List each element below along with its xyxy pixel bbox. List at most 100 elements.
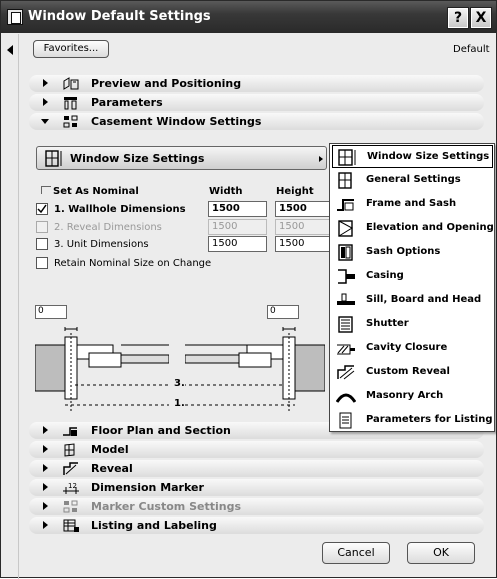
sill-board-head-icon — [337, 293, 355, 305]
left-offset-input[interactable]: 0 — [35, 305, 67, 319]
app-icon — [7, 9, 23, 25]
menu-item-elevation-and-opening[interactable]: Elevation and Opening — [332, 217, 494, 240]
section-label: Marker Custom Settings — [91, 500, 242, 513]
menu-item-general-settings[interactable]: General Settings — [332, 169, 493, 192]
parameters-listing-icon — [339, 412, 352, 429]
reveal-label: 2. Reveal Dimensions — [54, 222, 162, 233]
page-selector-button[interactable]: Window Size Settings — [36, 146, 327, 170]
retain-nominal-checkbox[interactable] — [36, 257, 48, 269]
expand-arrow-icon[interactable] — [43, 483, 48, 491]
parameters-icon — [64, 97, 77, 110]
casement-icon — [63, 115, 78, 128]
section-label: Dimension Marker — [91, 481, 204, 494]
custom-reveal-icon — [337, 365, 355, 380]
side-divider — [18, 34, 19, 579]
favorites-button[interactable]: Favorites... — [33, 40, 109, 58]
menu-item-label: General Settings — [366, 174, 461, 185]
menu-item-sash-options[interactable]: Sash Options — [332, 241, 493, 264]
frame-sash-icon — [337, 199, 354, 211]
section-listing-labeling[interactable]: Listing and Labeling — [29, 517, 484, 534]
cancel-button[interactable]: Cancel — [322, 542, 390, 564]
dimension-marker-icon: 12 — [63, 482, 79, 494]
set-as-nominal-label: Set As Nominal — [53, 186, 139, 197]
expand-arrow-icon[interactable] — [43, 521, 48, 529]
menu-item-sill-board-head[interactable]: Sill, Board and Head — [332, 289, 493, 312]
unit-width-input[interactable]: 1500 — [208, 236, 267, 252]
submenu-arrow-icon — [319, 156, 323, 162]
menu-item-frame-and-sash[interactable]: Frame and Sash — [332, 193, 493, 216]
menu-item-label: Elevation and Opening — [366, 222, 494, 233]
menu-item-label: Parameters for Listing — [366, 414, 493, 425]
section-model[interactable]: Model — [29, 441, 484, 458]
expand-arrow-icon — [43, 502, 48, 510]
menu-item-masonry-arch[interactable]: Masonry Arch — [332, 385, 493, 408]
section-label: Floor Plan and Section — [91, 424, 231, 437]
close-button[interactable]: X — [470, 7, 492, 29]
dialog-title: Window Default Settings — [28, 9, 211, 24]
unit-label: 3. Unit Dimensions — [54, 239, 149, 250]
menu-item-label: Frame and Sash — [366, 198, 457, 209]
default-label: Default — [453, 44, 490, 55]
menu-item-label: Sash Options — [366, 246, 441, 257]
menu-item-label: Window Size Settings — [367, 151, 490, 162]
model-icon — [64, 443, 75, 457]
unit-height-input[interactable]: 1500 — [275, 236, 334, 252]
help-button[interactable]: ? — [447, 7, 469, 29]
collapse-left-icon[interactable] — [7, 45, 13, 55]
section-casement-window-settings[interactable]: Casement Window Settings — [29, 113, 484, 130]
menu-item-casing[interactable]: Casing — [332, 265, 493, 288]
title-bar[interactable]: Window Default Settings ? X — [1, 1, 496, 33]
ok-button[interactable]: OK — [407, 542, 475, 564]
section-label: Model — [91, 443, 129, 456]
section-marker-custom-settings: Marker Custom Settings — [29, 498, 484, 515]
expand-arrow-icon[interactable] — [43, 464, 48, 472]
right-offset-input[interactable]: 0 — [267, 305, 299, 319]
shutter-icon — [338, 316, 353, 333]
sash-options-icon — [338, 244, 353, 261]
menu-item-window-size-settings[interactable]: Window Size Settings — [332, 145, 493, 168]
expand-arrow-icon[interactable] — [43, 445, 48, 453]
width-column-header: Width — [209, 186, 243, 197]
casing-icon — [338, 269, 355, 284]
floor-plan-icon — [63, 427, 77, 436]
unit-checkbox[interactable] — [36, 238, 48, 250]
section-label: Reveal — [91, 462, 133, 475]
listing-labeling-icon — [63, 519, 79, 532]
page-menu-popup: Window Size Settings General Settings Fr… — [329, 143, 495, 432]
expand-arrow-icon[interactable] — [43, 79, 48, 87]
section-label: Preview and Positioning — [91, 77, 242, 90]
menu-item-label: Casing — [366, 270, 404, 281]
height-column-header: Height — [276, 186, 314, 197]
bracket-line — [41, 186, 51, 194]
wallhole-height-input[interactable]: 1500 — [275, 201, 334, 217]
reveal-width-input: 1500 — [208, 219, 267, 235]
menu-item-label: Cavity Closure — [366, 342, 448, 353]
expand-arrow-icon[interactable] — [43, 426, 48, 434]
section-dimension-marker[interactable]: 12 Dimension Marker — [29, 479, 484, 496]
general-settings-icon — [338, 172, 352, 189]
menu-item-parameters-for-listing[interactable]: Parameters for Listing — [332, 409, 493, 432]
menu-item-custom-reveal[interactable]: Custom Reveal — [332, 361, 493, 384]
window-size-icon — [338, 149, 356, 166]
reveal-height-input: 1500 — [275, 219, 334, 235]
window-default-settings-dialog: Window Default Settings ? X Favorites...… — [0, 0, 497, 579]
section-label: Parameters — [91, 96, 163, 109]
dimension-3-label: 3. — [174, 378, 185, 389]
section-label: Listing and Labeling — [91, 519, 217, 532]
wallhole-checkbox[interactable] — [36, 203, 48, 215]
svg-text:12: 12 — [68, 482, 77, 490]
wallhole-label: 1. Wallhole Dimensions — [54, 204, 186, 215]
masonry-arch-icon — [336, 393, 356, 403]
section-parameters[interactable]: Parameters — [29, 94, 484, 111]
menu-item-label: Sill, Board and Head — [366, 294, 482, 305]
expand-arrow-icon[interactable] — [43, 98, 48, 106]
menu-item-cavity-closure[interactable]: Cavity Closure — [332, 337, 493, 360]
section-reveal[interactable]: Reveal — [29, 460, 484, 477]
page-selector-label: Window Size Settings — [70, 152, 205, 165]
menu-item-shutter[interactable]: Shutter — [332, 313, 493, 336]
menu-item-label: Custom Reveal — [366, 366, 450, 377]
section-preview-positioning[interactable]: Preview and Positioning — [29, 75, 484, 92]
collapse-arrow-icon[interactable] — [41, 119, 49, 124]
wallhole-width-input[interactable]: 1500 — [208, 201, 267, 217]
reveal-icon — [63, 462, 78, 475]
